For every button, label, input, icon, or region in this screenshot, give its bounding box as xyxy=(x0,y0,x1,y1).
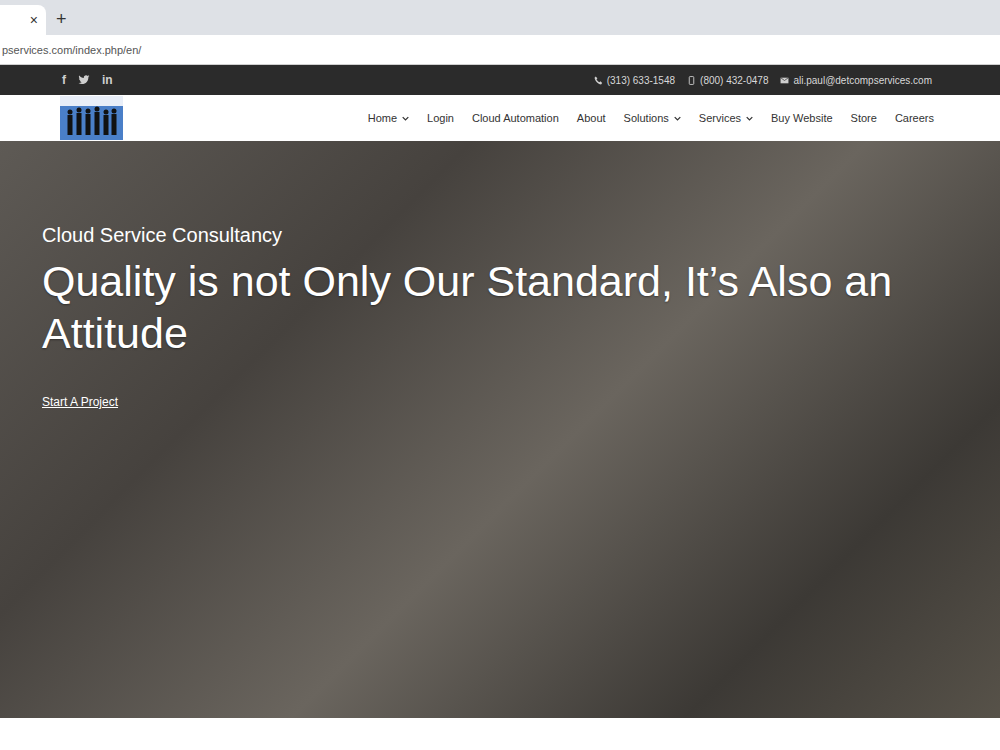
contact-info: (313) 633-1548 (800) 432-0478 ali.paul@det… xyxy=(594,75,932,86)
nav-item[interactable]: Services xyxy=(699,112,753,124)
page-bottom xyxy=(0,718,1000,750)
social-link[interactable]: f xyxy=(62,73,66,87)
tab-close-button[interactable]: × xyxy=(30,12,38,28)
tab-strip: ×+ xyxy=(0,0,1000,35)
new-tab-button[interactable]: + xyxy=(56,5,67,30)
phone-icon xyxy=(594,76,603,85)
nav-item[interactable]: Buy Website xyxy=(771,112,833,124)
nav-item[interactable]: Cloud Automation xyxy=(472,112,559,124)
browser-tab[interactable]: × xyxy=(0,5,46,35)
mail-icon xyxy=(780,76,789,85)
page: ×+pservices.com/index.php/en/fin(313) 63… xyxy=(0,0,1000,750)
nav-items: Home Login Cloud Automation About Solutions S… xyxy=(368,112,934,124)
nav-item[interactable]: Careers xyxy=(895,112,934,124)
chevron-down-icon xyxy=(402,116,409,121)
social-link[interactable]: in xyxy=(102,73,113,87)
address-bar[interactable]: pservices.com/index.php/en/ xyxy=(0,35,1000,65)
contact-item[interactable]: (313) 633-1548 xyxy=(594,75,675,86)
hero-kicker: Cloud Service Consultancy xyxy=(42,223,282,247)
top-bar: f in (313) 633-1548 (800) 432-0478 ali.paul@… xyxy=(0,65,1000,95)
nav-item[interactable]: About xyxy=(577,112,606,124)
nav-item[interactable]: Solutions xyxy=(624,112,681,124)
contact-item[interactable]: (800) 432-0478 xyxy=(687,75,768,86)
twitter-icon[interactable] xyxy=(78,75,90,85)
nav-item[interactable]: Store xyxy=(851,112,877,124)
address-text[interactable]: pservices.com/index.php/en/ xyxy=(0,44,141,56)
start-project-link[interactable]: Start A Project xyxy=(42,395,118,409)
main-nav: Home Login Cloud Automation About Solutions S… xyxy=(0,95,1000,141)
logo-icon[interactable] xyxy=(60,96,123,140)
hero-banner: Cloud Service Consultancy Quality is not … xyxy=(0,141,1000,718)
nav-item[interactable]: Login xyxy=(427,112,454,124)
chevron-down-icon xyxy=(674,116,681,121)
mobile-icon xyxy=(687,76,696,85)
contact-item[interactable]: ali.paul@detcompservices.com xyxy=(780,75,932,86)
chevron-down-icon xyxy=(746,116,753,121)
nav-item[interactable]: Home xyxy=(368,112,409,124)
hero-title: Quality is not Only Our Standard, It’s A… xyxy=(42,255,980,359)
social-links: f in xyxy=(62,73,113,87)
